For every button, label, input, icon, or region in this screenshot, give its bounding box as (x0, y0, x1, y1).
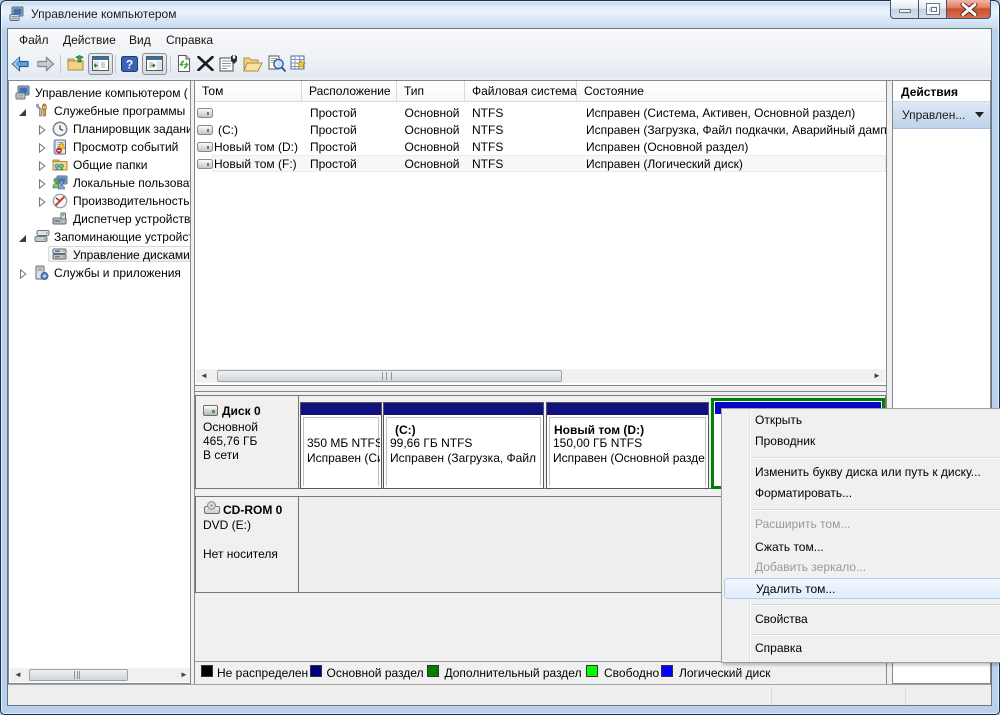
svg-text:?: ? (126, 58, 133, 72)
